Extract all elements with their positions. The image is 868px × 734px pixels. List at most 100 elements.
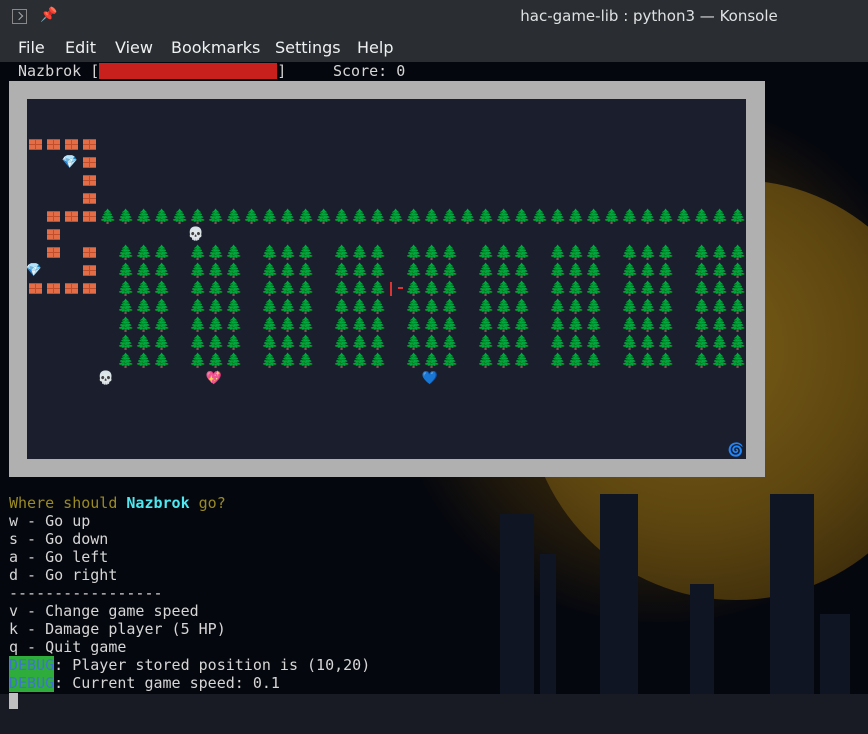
option-right: d - Go right bbox=[9, 566, 118, 584]
tree-icon: 🌲 bbox=[189, 245, 207, 261]
tree-icon: 🌲 bbox=[423, 317, 441, 333]
tree-icon: 🌲 bbox=[369, 353, 387, 369]
prompt-suffix: go? bbox=[189, 494, 226, 512]
health-bar bbox=[99, 63, 278, 79]
tree-icon: 🌲 bbox=[441, 317, 459, 333]
text-cursor[interactable] bbox=[9, 693, 18, 709]
tree-icon: 🌲 bbox=[405, 281, 423, 297]
diamond-icon: 💎 bbox=[61, 155, 79, 170]
tree-icon: 🌲 bbox=[585, 263, 603, 279]
tree-icon: 🌲 bbox=[477, 263, 495, 279]
tree-icon: 🌲 bbox=[675, 209, 693, 225]
tree-icon: 🌲 bbox=[117, 281, 135, 297]
tree-icon: 🌲 bbox=[135, 281, 153, 297]
option-speed: v - Change game speed bbox=[9, 602, 199, 620]
tree-icon: 🌲 bbox=[693, 209, 711, 225]
tree-icon: 🌲 bbox=[153, 245, 171, 261]
tree-icon: 🌲 bbox=[549, 335, 567, 351]
tree-icon: 🌲 bbox=[621, 353, 639, 369]
menu-file[interactable]: File bbox=[18, 38, 45, 57]
tree-icon: 🌲 bbox=[333, 317, 351, 333]
game-board-frame: 🌲 🌲 🌲 🌲 🌲 🌲 🌲 🌲 🌲 🌲 🌲 🌲 🌲 🌲 🌲 🌲 🌲 🌲 🌲 🌲 🌲 🌲 🌲 🌲 🌲 🌲 🌲 🌲 🌲 🌲 🌲 🌲 🌲 🌲 🌲 🌲 🌲 🌲 🌲 🌲… bbox=[9, 81, 765, 477]
tree-icon: 🌲 bbox=[477, 209, 495, 225]
brick-wall-icon bbox=[45, 136, 63, 154]
prompt-player-name: Nazbrok bbox=[126, 494, 190, 512]
tree-icon: 🌲 bbox=[261, 335, 279, 351]
tree-icon: 🌲 bbox=[225, 209, 243, 225]
tree-icon: 🌲 bbox=[297, 353, 315, 369]
tree-icon: 🌲 bbox=[657, 209, 675, 225]
tree-icon: 🌲 bbox=[261, 353, 279, 369]
tree-icon: 🌲 bbox=[621, 317, 639, 333]
debug-tag: DEBUG bbox=[9, 656, 55, 674]
tree-icon: 🌲 bbox=[711, 263, 729, 279]
terminal-area[interactable]: Nazbrok [] Score: 0 🌲 🌲 🌲 🌲 🌲 🌲 🌲 🌲 🌲 🌲 🌲 🌲 🌲 🌲 🌲 🌲 🌲 🌲 🌲 🌲… bbox=[0, 62, 868, 734]
menu-view[interactable]: View bbox=[115, 38, 153, 57]
tree-icon: 🌲 bbox=[279, 299, 297, 315]
tree-icon: 🌲 bbox=[729, 353, 746, 369]
tree-icon: 🌲 bbox=[189, 263, 207, 279]
tree-icon: 🌲 bbox=[495, 245, 513, 261]
tree-icon: 🌲 bbox=[513, 245, 531, 261]
diamond-icon: 💎 bbox=[27, 263, 43, 278]
menu-help[interactable]: Help bbox=[357, 38, 393, 57]
player-weapon-icon bbox=[398, 287, 403, 289]
tree-icon: 🌲 bbox=[189, 209, 207, 225]
tree-icon: 🌲 bbox=[279, 263, 297, 279]
tree-icon: 🌲 bbox=[567, 209, 585, 225]
tree-icon: 🌲 bbox=[711, 299, 729, 315]
tree-icon: 🌲 bbox=[207, 317, 225, 333]
tree-icon: 🌲 bbox=[477, 281, 495, 297]
tree-icon: 🌲 bbox=[423, 281, 441, 297]
tree-icon: 🌲 bbox=[495, 335, 513, 351]
tree-icon: 🌲 bbox=[567, 353, 585, 369]
tree-icon: 🌲 bbox=[513, 263, 531, 279]
tree-icon: 🌲 bbox=[495, 209, 513, 225]
tree-icon: 🌲 bbox=[351, 353, 369, 369]
tree-icon: 🌲 bbox=[297, 317, 315, 333]
menu-bookmarks[interactable]: Bookmarks bbox=[171, 38, 260, 57]
tree-icon: 🌲 bbox=[297, 335, 315, 351]
tree-icon: 🌲 bbox=[513, 299, 531, 315]
tree-icon: 🌲 bbox=[333, 353, 351, 369]
tree-icon: 🌲 bbox=[585, 353, 603, 369]
tree-icon: 🌲 bbox=[513, 335, 531, 351]
player-name: Nazbrok bbox=[18, 62, 82, 80]
tree-icon: 🌲 bbox=[423, 335, 441, 351]
menu-settings[interactable]: Settings bbox=[275, 38, 341, 57]
tree-icon: 🌲 bbox=[621, 245, 639, 261]
tree-icon: 🌲 bbox=[603, 209, 621, 225]
tree-icon: 🌲 bbox=[405, 209, 423, 225]
tree-icon: 🌲 bbox=[153, 263, 171, 279]
option-up: w - Go up bbox=[9, 512, 91, 530]
tree-icon: 🌲 bbox=[225, 281, 243, 297]
option-damage: k - Damage player (5 HP) bbox=[9, 620, 226, 638]
tree-icon: 🌲 bbox=[135, 353, 153, 369]
tree-icon: 🌲 bbox=[585, 335, 603, 351]
tree-icon: 🌲 bbox=[405, 353, 423, 369]
tree-icon: 🌲 bbox=[585, 317, 603, 333]
brick-wall-icon bbox=[27, 280, 45, 298]
tree-icon: 🌲 bbox=[387, 209, 405, 225]
tree-icon: 🌲 bbox=[351, 245, 369, 261]
tree-icon: 🌲 bbox=[567, 299, 585, 315]
menu-edit[interactable]: Edit bbox=[65, 38, 96, 57]
tree-icon: 🌲 bbox=[279, 353, 297, 369]
tree-icon: 🌲 bbox=[621, 263, 639, 279]
tree-icon: 🌲 bbox=[297, 263, 315, 279]
tree-icon: 🌲 bbox=[549, 263, 567, 279]
tree-icon: 🌲 bbox=[477, 245, 495, 261]
tree-icon: 🌲 bbox=[135, 335, 153, 351]
tree-icon: 🌲 bbox=[531, 209, 549, 225]
tree-icon: 🌲 bbox=[549, 281, 567, 297]
tree-icon: 🌲 bbox=[189, 299, 207, 315]
tree-icon: 🌲 bbox=[477, 353, 495, 369]
tree-icon: 🌲 bbox=[207, 209, 225, 225]
tree-icon: 🌲 bbox=[297, 209, 315, 225]
tree-icon: 🌲 bbox=[549, 245, 567, 261]
tree-icon: 🌲 bbox=[441, 335, 459, 351]
tree-icon: 🌲 bbox=[621, 299, 639, 315]
brick-wall-icon bbox=[63, 280, 81, 298]
tree-icon: 🌲 bbox=[333, 209, 351, 225]
tree-icon: 🌲 bbox=[585, 299, 603, 315]
